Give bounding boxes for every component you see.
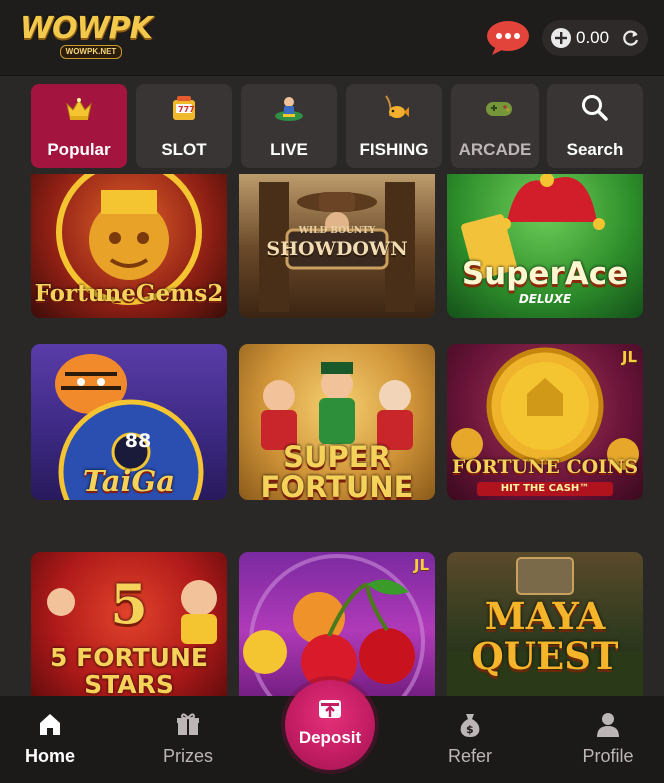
game-card[interactable]: FortuneGems2: [31, 174, 227, 318]
money-bag-icon: $: [456, 710, 484, 738]
tab-label: FISHING: [359, 140, 429, 159]
tab-search[interactable]: Search: [547, 84, 643, 168]
game-title: MAYA QUEST: [471, 594, 619, 678]
deposit-button[interactable]: Deposit: [285, 680, 375, 770]
user-icon: [594, 710, 622, 738]
tab-label: Popular: [47, 140, 111, 159]
add-funds-icon[interactable]: [551, 28, 571, 48]
tab-label: SLOT: [161, 140, 207, 159]
tab-label: ARCADE: [458, 140, 532, 159]
deposit-label: Deposit: [298, 728, 362, 747]
game-title: SuperAce: [461, 256, 629, 292]
tab-label: LIVE: [270, 140, 308, 159]
game-title: 5 FORTUNE STARS: [50, 643, 208, 696]
chat-icon[interactable]: [486, 20, 530, 56]
nav-prizes[interactable]: Prizes: [133, 696, 243, 783]
wowpk-logo[interactable]: WOWPK WOWPK.NET: [20, 11, 153, 60]
tab-label: Search: [566, 140, 624, 159]
nav-home[interactable]: Home: [0, 696, 105, 783]
nav-refer[interactable]: $ Refer: [415, 696, 525, 783]
logo-subtext: WOWPK.NET: [60, 45, 122, 59]
svg-text:$: $: [466, 723, 474, 736]
home-icon: [36, 710, 64, 738]
svg-text:777: 777: [178, 105, 195, 114]
tab-popular[interactable]: Popular: [31, 84, 127, 168]
fish-icon: [378, 92, 410, 124]
tab-live[interactable]: LIVE: [241, 84, 337, 168]
tab-arcade[interactable]: ARCADE: [451, 84, 539, 168]
crown-icon: [63, 92, 95, 124]
nav-profile[interactable]: Profile: [553, 696, 663, 783]
nav-label: Refer: [447, 746, 492, 766]
game-art: [243, 554, 425, 696]
game-title: FORTUNE COINS: [451, 456, 639, 478]
game-grid: FortuneGems2 WILD BOUNTY SHOWDOWN SuperA…: [0, 174, 664, 696]
gift-icon: [174, 710, 202, 738]
game-card[interactable]: WILD BOUNTY SHOWDOWN: [239, 174, 435, 318]
balance-pill: 0.00: [542, 20, 648, 56]
provider-badge: JL: [621, 348, 637, 366]
balance-amount: 0.00: [576, 28, 610, 47]
gamepad-icon: [483, 92, 515, 124]
game-title: FortuneGems2: [34, 280, 224, 307]
nav-label: Profile: [582, 746, 634, 766]
game-multiplier: 88: [124, 430, 152, 452]
provider-badge: JL: [413, 556, 429, 574]
category-tabs: Popular 777 SLOT LIVE FISHING ARCADE Sea…: [0, 76, 664, 174]
nav-label: Prizes: [162, 746, 213, 766]
game-card[interactable]: JL FORTUNE COINS HIT THE CASH™: [447, 344, 643, 500]
top-header: WOWPK WOWPK.NET 0.00: [0, 0, 664, 76]
refresh-icon[interactable]: [622, 29, 640, 47]
tab-slot[interactable]: 777 SLOT: [136, 84, 232, 168]
game-card[interactable]: MAYA QUEST: [447, 552, 643, 696]
logo-wordmark: WOWPK: [20, 11, 153, 46]
game-card[interactable]: 5 5 FORTUNE STARS: [31, 552, 227, 696]
nav-label: Home: [24, 746, 75, 766]
live-dealer-icon: [273, 92, 305, 124]
game-subtitle: HIT THE CASH™: [477, 482, 613, 496]
deposit-icon: [318, 698, 342, 720]
game-subtitle: DELUXE: [518, 292, 572, 306]
search-icon: [579, 92, 611, 124]
slot-machine-icon: 777: [168, 92, 200, 124]
game-card[interactable]: SUPER FORTUNE: [239, 344, 435, 500]
game-title: SUPER FORTUNE: [260, 440, 414, 500]
tab-fishing[interactable]: FISHING: [346, 84, 442, 168]
game-title: SHOWDOWN: [266, 238, 408, 260]
game-card[interactable]: SuperAce DELUXE: [447, 174, 643, 318]
game-subtitle: WILD BOUNTY: [298, 226, 376, 236]
game-card[interactable]: JL: [239, 552, 435, 696]
game-title: TaiGa: [82, 464, 176, 498]
game-card[interactable]: 88 TaiGa: [31, 344, 227, 500]
game-title-number: 5: [110, 572, 148, 636]
